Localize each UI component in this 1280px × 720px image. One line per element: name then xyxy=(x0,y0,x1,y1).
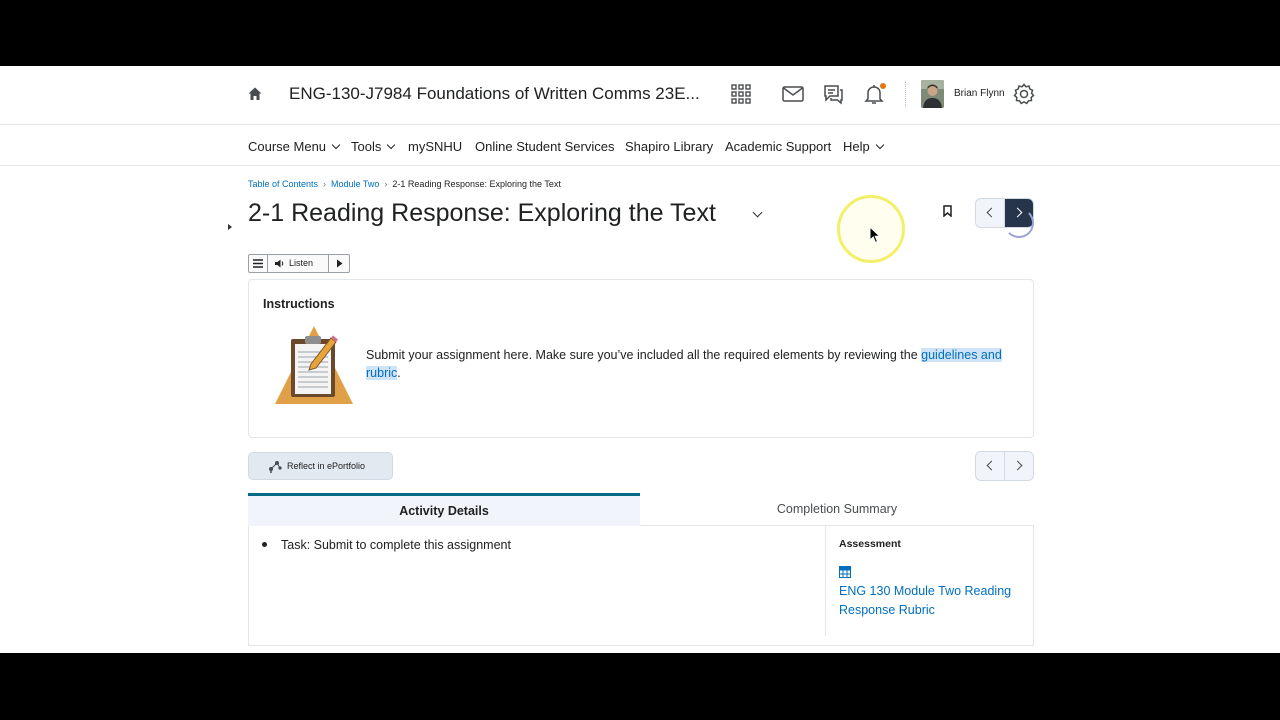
browser-page: ENG-130-J7984 Foundations of Written Com… xyxy=(0,66,1280,653)
side-panel-toggle-icon[interactable] xyxy=(228,224,232,230)
clipboard-icon xyxy=(275,326,353,404)
nav-course-menu[interactable]: Course Menu xyxy=(248,139,341,154)
title-chevron-down-icon[interactable] xyxy=(752,207,763,218)
chat-icon[interactable] xyxy=(821,82,845,106)
chevron-down-icon xyxy=(331,140,341,150)
nav-online-student-services[interactable]: Online Student Services xyxy=(475,139,614,154)
reflect-label: Reflect in ePortfolio xyxy=(287,461,366,471)
gear-icon[interactable] xyxy=(1012,82,1036,106)
chevron-right-icon xyxy=(1012,460,1023,471)
nav-tools[interactable]: Tools xyxy=(351,139,396,154)
home-icon[interactable] xyxy=(247,86,263,102)
readspeaker-toolbar: Listen xyxy=(248,254,350,273)
nav-mysnhu[interactable]: mySNHU xyxy=(408,139,462,154)
instructions-text: Submit your assignment here. Make sure y… xyxy=(366,348,1002,380)
listen-label: Listen xyxy=(289,258,314,268)
nav-shapiro-library[interactable]: Shapiro Library xyxy=(625,139,713,154)
top-header: ENG-130-J7984 Foundations of Written Com… xyxy=(0,66,1280,125)
mail-icon[interactable] xyxy=(781,82,805,106)
tab-activity-details[interactable]: Activity Details xyxy=(248,493,640,526)
tab-completion-summary[interactable]: Completion Summary xyxy=(640,493,1034,526)
chevron-left-icon xyxy=(986,207,997,218)
breadcrumb-module-two[interactable]: Module Two xyxy=(331,179,379,189)
task-text: Task: Submit to complete this assignment xyxy=(281,538,511,552)
chevron-left-icon xyxy=(986,460,997,471)
breadcrumb-separator: › xyxy=(323,179,327,189)
chevron-down-icon xyxy=(875,140,884,150)
bottom-topic-navigation xyxy=(975,451,1034,481)
eportfolio-icon xyxy=(269,461,282,473)
breadcrumb-table-of-contents[interactable]: Table of Contents xyxy=(248,179,318,189)
rubric-link[interactable]: ENG 130 Module Two Reading Response Rubr… xyxy=(839,582,1029,620)
reflect-in-eportfolio-button[interactable]: Reflect in ePortfolio xyxy=(248,452,393,480)
listen-menu-button[interactable] xyxy=(249,255,268,272)
breadcrumb: Table of Contents › Module Two › 2-1 Reading… xyxy=(248,179,561,189)
course-navbar: Course Menu Tools mySNHU Online Student … xyxy=(0,126,1280,166)
previous-topic-button[interactable] xyxy=(976,199,1005,227)
page-title: 2-1 Reading Response: Exploring the Text xyxy=(248,199,716,227)
instructions-heading: Instructions xyxy=(263,297,335,311)
breadcrumb-current: 2-1 Reading Response: Exploring the Text xyxy=(392,179,561,189)
assessment-heading: Assessment xyxy=(839,538,901,550)
speaker-icon xyxy=(275,259,284,268)
next-topic-button-bottom[interactable] xyxy=(1005,452,1033,480)
nav-help[interactable]: Help xyxy=(843,139,884,154)
avatar[interactable] xyxy=(921,80,944,108)
assessment-column: Assessment ENG 130 Module Two Reading Re… xyxy=(825,526,1034,636)
app-grid-icon[interactable] xyxy=(729,82,753,106)
breadcrumb-separator: › xyxy=(384,179,388,189)
activity-details-panel: Task: Submit to complete this assignment… xyxy=(248,526,1034,646)
play-icon xyxy=(337,259,343,268)
rubric-grid-icon[interactable] xyxy=(839,566,851,578)
loading-spinner xyxy=(1004,208,1034,238)
activity-tabs: Activity Details Completion Summary xyxy=(248,493,1034,526)
instructions-panel: Instructions Submit your assignment here… xyxy=(248,279,1034,438)
bookmark-icon[interactable] xyxy=(943,205,952,217)
header-divider xyxy=(905,81,906,107)
listen-button[interactable]: Listen xyxy=(269,255,329,272)
previous-topic-button-bottom[interactable] xyxy=(976,452,1005,480)
menu-icon xyxy=(253,259,263,268)
user-name[interactable]: Brian Flynn xyxy=(954,88,1005,99)
nav-academic-support[interactable]: Academic Support xyxy=(725,139,831,154)
play-button[interactable] xyxy=(330,255,349,272)
mouse-cursor-icon xyxy=(869,226,881,244)
course-title[interactable]: ENG-130-J7984 Foundations of Written Com… xyxy=(289,84,700,104)
chevron-down-icon xyxy=(387,140,396,150)
notification-badge xyxy=(880,83,886,89)
bullet-icon xyxy=(262,542,267,547)
